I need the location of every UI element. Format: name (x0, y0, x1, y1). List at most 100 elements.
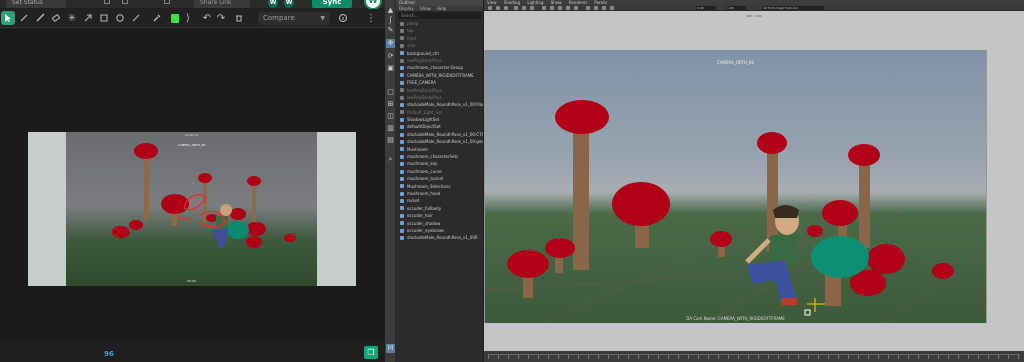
info-icon[interactable] (336, 11, 350, 25)
video-frame[interactable]: 00:00:10 CAMERA_ORTH_00 00:00 (28, 132, 356, 286)
outliner-item[interactable]: FREE_CAMERA (396, 79, 483, 86)
outliner-item[interactable]: mushroom_character:Group (396, 64, 483, 71)
shadows-icon[interactable] (574, 6, 578, 10)
lights-icon[interactable] (566, 6, 570, 10)
watcher-badge[interactable]: W (268, 0, 278, 8)
laser-icon[interactable]: ✳ (65, 11, 79, 25)
film-gate-icon[interactable] (522, 6, 526, 10)
outliner-item[interactable]: stockadeMale_RoundhPose_v1_00:Plan (396, 101, 483, 108)
outliner-item[interactable]: Default_Light_Set (396, 109, 483, 116)
select-tool-icon[interactable]: ▲ (386, 6, 395, 15)
outliner-item[interactable]: lowPolyBodyPhys (396, 94, 483, 101)
gamma-field[interactable]: 1.00 (726, 6, 746, 10)
color-space-field[interactable]: lot frmt rmgst frm1-0-0 (762, 6, 824, 10)
outliner-item[interactable]: stockadeMale_RoundhPose_v1_00:geo (396, 138, 483, 145)
outliner-menu-show[interactable]: Show (420, 6, 431, 11)
eraser-icon[interactable] (49, 11, 63, 25)
outliner-item-label: rocket (407, 198, 420, 204)
paint-tool-icon[interactable]: ✎ (386, 26, 395, 35)
compare-select[interactable]: Compare ▼ (258, 12, 330, 25)
camera-icon[interactable] (164, 0, 170, 4)
outliner-menu-help[interactable]: Help (437, 6, 446, 11)
select-icon[interactable] (1, 11, 15, 25)
smooth-shade-icon[interactable] (550, 6, 554, 10)
circle-icon[interactable] (113, 11, 127, 25)
outliner-item[interactable]: occuder_fullbody (396, 205, 483, 212)
viewport-scene[interactable]: CAMERA_ORTH_00 DA Cam Name: CAMERA_WITH_… (484, 50, 987, 323)
watcher-badge[interactable]: W (284, 0, 294, 8)
textured-icon[interactable] (558, 6, 562, 10)
aa-icon[interactable] (610, 6, 614, 10)
move-tool-icon[interactable]: ✥ (386, 39, 395, 48)
resolution-gate-icon[interactable] (530, 6, 534, 10)
line-icon[interactable] (129, 11, 143, 25)
delete-icon[interactable] (232, 11, 246, 25)
outliner-item[interactable]: background_ctrl (396, 50, 483, 57)
outliner-item[interactable]: defaultObjectSet (396, 123, 483, 130)
outliner-item[interactable]: Mushroom_Selections (396, 183, 483, 190)
wireframe-icon[interactable] (542, 6, 546, 10)
redo-icon[interactable]: ↷ (214, 11, 228, 25)
viewport-area[interactable]: 960 x 540 CAMERA_ORTH_00 DA Cam Name: CA… (484, 11, 1024, 351)
layout-split-icon[interactable]: ◫ (386, 112, 395, 121)
grid-icon[interactable] (514, 6, 518, 10)
more-icon[interactable]: ⋮ (364, 11, 378, 25)
outliner-item[interactable]: persp (396, 20, 483, 27)
exposure-field[interactable]: 0.00 (696, 6, 716, 10)
outliner-item[interactable]: occuder_hair (396, 212, 483, 219)
pen-icon[interactable] (17, 11, 31, 25)
share-select[interactable]: Share Link (194, 0, 250, 8)
rotate-tool-icon[interactable]: ⟳ (386, 52, 395, 61)
time-slider[interactable] (484, 351, 1024, 362)
undo-icon[interactable]: ↶ (200, 11, 214, 25)
arrow-icon[interactable] (81, 11, 95, 25)
color-swatch[interactable] (171, 14, 179, 23)
lasso-tool-icon[interactable]: ʃ (386, 16, 395, 25)
outliner-item[interactable]: mushroom_head (396, 190, 483, 197)
isolate-icon[interactable] (594, 6, 598, 10)
ao-icon[interactable] (602, 6, 606, 10)
layout-quad-icon[interactable]: ⊞ (386, 100, 395, 109)
download-icon[interactable] (104, 0, 110, 4)
layout-vertical-icon[interactable]: ▥ (386, 124, 395, 133)
camera-attributes-icon[interactable] (496, 6, 500, 10)
outliner-item[interactable]: mushroom_key (396, 160, 483, 167)
scale-tool-icon[interactable]: ▣ (386, 64, 395, 73)
search-icon[interactable]: ⌕ (386, 155, 395, 164)
comment-icon[interactable]: ❐ (364, 346, 378, 359)
brush-icon[interactable] (33, 11, 47, 25)
sync-button[interactable]: Sync (312, 0, 352, 8)
outliner-item[interactable]: top (396, 27, 483, 34)
review-viewer[interactable]: 00:00:10 CAMERA_ORTH_00 00:00 (0, 28, 385, 338)
outliner-item[interactable]: mushroom_tunnel (396, 175, 483, 182)
xray-icon[interactable] (586, 6, 590, 10)
outliner-menu-display[interactable]: Display (399, 6, 414, 11)
outliner-item[interactable]: side (396, 42, 483, 49)
eyedropper-icon[interactable] (150, 11, 164, 25)
outliner-item[interactable]: occuder_shadow (396, 220, 483, 227)
outliner-item[interactable]: occuder_eyebrows (396, 227, 483, 234)
outliner-item[interactable]: front (396, 35, 483, 42)
mel-icon[interactable]: M (386, 344, 395, 353)
outliner-item[interactable]: Mushroom (396, 146, 483, 153)
bookmark-icon[interactable] (504, 6, 508, 10)
rect-icon[interactable] (97, 11, 111, 25)
outliner-item[interactable]: mushroom_characterSets (396, 153, 483, 160)
status-select[interactable]: Set Status (6, 0, 66, 8)
outliner-item[interactable]: ShadowLightSet (396, 116, 483, 123)
layout-single-icon[interactable]: □ (386, 88, 395, 97)
outliner-item[interactable]: mushroom_curve (396, 168, 483, 175)
outliner-item[interactable]: CAMERA_WITH_RIGIDSOFTFRAME (396, 72, 483, 79)
outliner-search-input[interactable]: Search... (398, 12, 481, 19)
edit-icon[interactable] (122, 0, 128, 4)
scene-render: 00:00:10 CAMERA_ORTH_00 00:00 (66, 132, 317, 286)
outliner-item[interactable]: lowPolyBodyPhys (396, 87, 483, 94)
outliner-item[interactable]: lowPolyBodyPhys (396, 57, 483, 64)
stroke-toggle-icon[interactable]: ⟩ (181, 11, 195, 25)
node-icon (400, 199, 404, 204)
outliner-item[interactable]: stockadeMale_RoundhPose_v1_00:CTRL (396, 131, 483, 138)
outliner-item[interactable]: rocket (396, 197, 483, 204)
outliner-item[interactable]: stockadeMale_RoundhPose_v1_0SR (396, 234, 483, 241)
layout-horizontal-icon[interactable]: ▤ (386, 136, 395, 145)
camera-icon[interactable] (488, 6, 492, 10)
